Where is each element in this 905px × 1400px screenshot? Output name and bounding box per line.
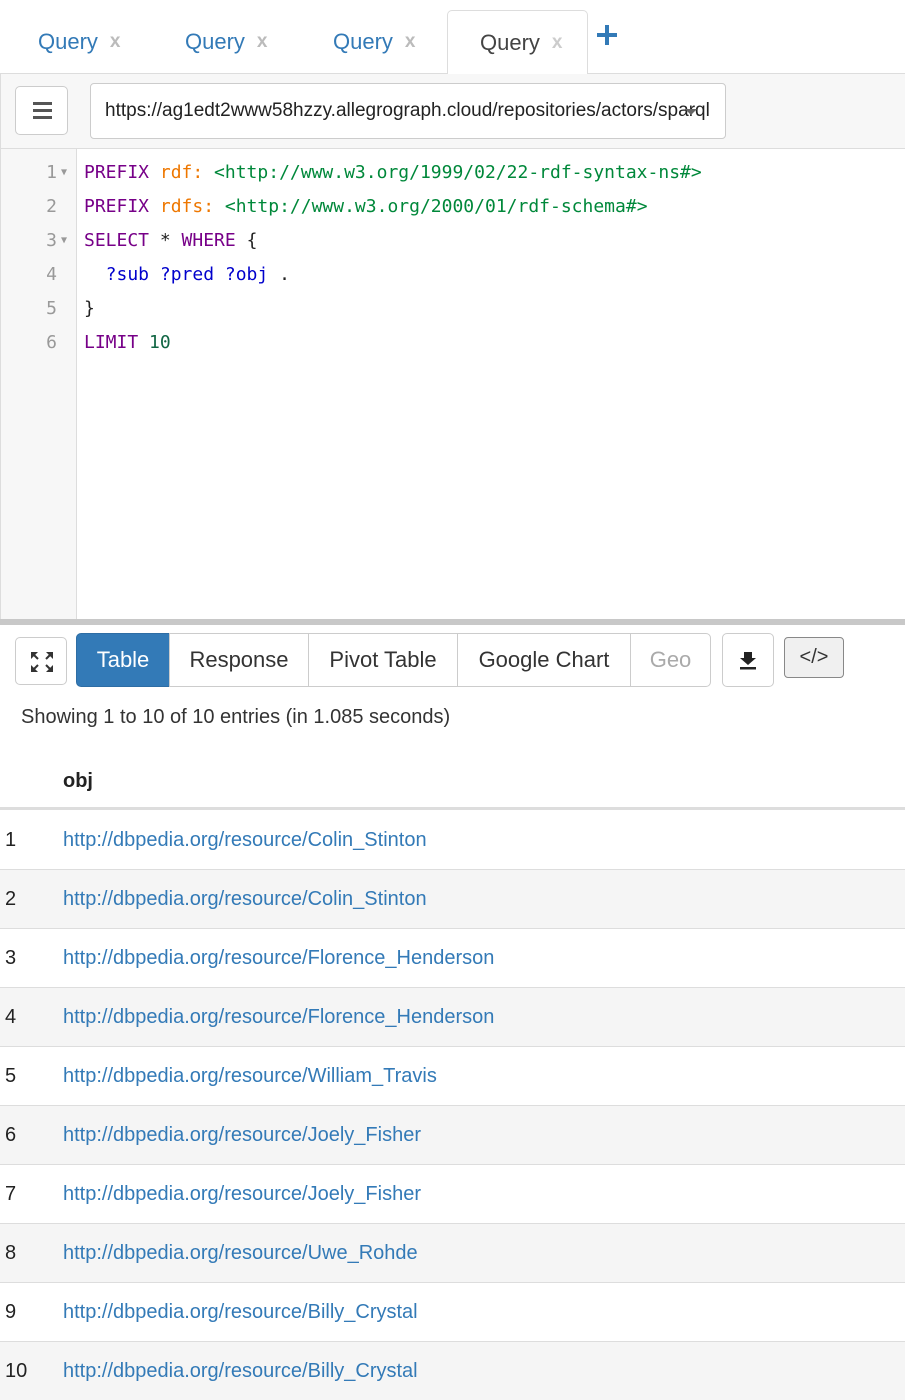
view-pivot-table-button[interactable]: Pivot Table: [308, 633, 458, 687]
code-token: .: [279, 263, 290, 285]
query-toolbar: https://ag1edt2www58hzzy.allegrograph.cl…: [0, 74, 905, 149]
code-text: PREFIX rdf: <http://www.w3.org/1999/02/2…: [84, 162, 702, 183]
tab-query-1[interactable]: Query x: [38, 10, 121, 74]
code-token: 10: [149, 331, 171, 353]
tab-close-icon[interactable]: x: [405, 31, 416, 53]
table-row: 4 http://dbpedia.org/resource/Florence_He…: [0, 988, 905, 1047]
table-row: 8 http://dbpedia.org/resource/Uwe_Rohde: [0, 1224, 905, 1283]
code-token: SELECT: [84, 229, 160, 251]
line-number-gutter: [1, 149, 77, 619]
show-code-button[interactable]: </>: [784, 637, 844, 678]
hamburger-menu-button[interactable]: [15, 86, 68, 135]
row-index: 3: [5, 947, 17, 969]
expand-arrows-icon: [31, 652, 53, 672]
results-status-text: Showing 1 to 10 of 10 entries (in 1.085 …: [21, 706, 451, 728]
code-token: {: [246, 229, 258, 251]
line-number: 1: [46, 161, 57, 183]
resource-link[interactable]: http://dbpedia.org/resource/Joely_Fisher: [63, 1183, 421, 1206]
fold-arrow-icon[interactable]: ▼: [61, 235, 67, 246]
table-row: 1 http://dbpedia.org/resource/Colin_Stint…: [0, 811, 905, 870]
code-token: PREFIX: [84, 161, 160, 183]
row-index: 8: [5, 1242, 17, 1264]
tab-label: Query: [38, 29, 98, 54]
results-table-header: obj: [0, 758, 905, 810]
resource-link[interactable]: http://dbpedia.org/resource/Colin_Stinto…: [63, 829, 427, 852]
view-response-button[interactable]: Response: [169, 633, 309, 687]
resource-link[interactable]: http://dbpedia.org/resource/William_Trav…: [63, 1065, 437, 1088]
tab-query-2[interactable]: Query x: [185, 10, 268, 74]
resource-link[interactable]: http://dbpedia.org/resource/Colin_Stinto…: [63, 888, 427, 911]
table-row: 7 http://dbpedia.org/resource/Joely_Fishe…: [0, 1165, 905, 1224]
view-google-chart-button[interactable]: Google Chart: [457, 633, 631, 687]
editor-resize-handle[interactable]: [0, 619, 905, 625]
view-geo-button[interactable]: Geo: [630, 633, 711, 687]
line-number: 2: [46, 195, 57, 217]
tab-query-3[interactable]: Query x: [333, 10, 416, 74]
query-tab-bar: Query x Query x Query x Query x: [0, 0, 905, 75]
resource-link[interactable]: http://dbpedia.org/resource/Billy_Crysta…: [63, 1360, 418, 1383]
code-token: ?sub ?pred ?obj: [84, 263, 280, 285]
line-number: 3: [46, 229, 57, 251]
hamburger-icon: [33, 102, 52, 105]
resource-link[interactable]: http://dbpedia.org/resource/Billy_Crysta…: [63, 1301, 418, 1324]
line-number: 4: [46, 263, 57, 285]
tab-label: Query: [185, 29, 245, 54]
table-row: 2 http://dbpedia.org/resource/Colin_Stint…: [0, 870, 905, 929]
hamburger-icon-bar: [33, 116, 52, 119]
result-view-tabs: Table Response Pivot Table Google Chart …: [76, 633, 711, 687]
hamburger-icon-bar: [33, 109, 52, 112]
row-index: 5: [5, 1065, 17, 1087]
code-token: rdf:: [159, 161, 215, 183]
tab-label: Query: [480, 29, 540, 55]
tab-close-icon[interactable]: x: [110, 31, 121, 53]
code-token: <http://www.w3.org/2000/01/rdf-schema#>: [224, 195, 648, 217]
tab-close-icon[interactable]: x: [257, 31, 268, 53]
tab-close-icon[interactable]: x: [552, 32, 563, 54]
resource-link[interactable]: http://dbpedia.org/resource/Florence_Hen…: [63, 947, 494, 970]
code-text: PREFIX rdfs: <http://www.w3.org/2000/01/…: [84, 196, 648, 217]
chevron-down-icon: [685, 109, 697, 115]
view-table-button[interactable]: Table: [76, 633, 170, 687]
code-token: WHERE: [181, 229, 247, 251]
fold-arrow-icon[interactable]: ▼: [61, 167, 67, 178]
table-row: 3 http://dbpedia.org/resource/Florence_He…: [0, 929, 905, 988]
sparql-editor[interactable]: 1 ▼ PREFIX rdf: <http://www.w3.org/1999/02…: [0, 149, 905, 619]
table-row: 6 http://dbpedia.org/resource/Joely_Fishe…: [0, 1106, 905, 1165]
code-token: *: [159, 229, 182, 251]
code-text: SELECT * WHERE {: [84, 230, 257, 251]
resource-link[interactable]: http://dbpedia.org/resource/Florence_Hen…: [63, 1006, 494, 1029]
code-text: LIMIT 10: [84, 332, 171, 353]
row-index: 7: [5, 1183, 17, 1205]
row-index: 4: [5, 1006, 17, 1028]
code-token: <http://www.w3.org/1999/02/22-rdf-syntax…: [214, 161, 702, 183]
code-text: ?sub ?pred ?obj .: [84, 264, 290, 285]
code-text: }: [84, 298, 95, 319]
table-row: 9 http://dbpedia.org/resource/Billy_Cryst…: [0, 1283, 905, 1342]
code-token: PREFIX: [84, 195, 160, 217]
row-index: 1: [5, 829, 17, 851]
tab-label: Query: [333, 29, 393, 54]
line-number: 5: [46, 297, 57, 319]
download-icon: [740, 652, 756, 670]
table-row: 10 http://dbpedia.org/resource/Billy_Crys…: [0, 1342, 905, 1400]
line-number: 6: [46, 331, 57, 353]
row-index: 2: [5, 888, 17, 910]
column-header-obj[interactable]: obj: [63, 770, 93, 793]
endpoint-url-select[interactable]: https://ag1edt2www58hzzy.allegrograph.cl…: [90, 83, 726, 139]
row-index: 6: [5, 1124, 17, 1146]
add-tab-plus-icon[interactable]: [594, 22, 620, 48]
table-row: 5 http://dbpedia.org/resource/William_Tra…: [0, 1047, 905, 1106]
resource-link[interactable]: http://dbpedia.org/resource/Joely_Fisher: [63, 1124, 421, 1147]
fullscreen-expand-button[interactable]: [15, 637, 67, 685]
code-token: rdfs:: [159, 195, 225, 217]
download-button[interactable]: [722, 633, 774, 687]
resource-link[interactable]: http://dbpedia.org/resource/Uwe_Rohde: [63, 1242, 418, 1265]
row-index: 9: [5, 1301, 17, 1323]
row-index: 10: [5, 1360, 28, 1382]
tab-query-4-active[interactable]: Query x: [447, 10, 588, 75]
endpoint-url-text: https://ag1edt2www58hzzy.allegrograph.cl…: [105, 100, 710, 121]
code-token: LIMIT: [84, 331, 150, 353]
code-token: }: [84, 297, 95, 319]
